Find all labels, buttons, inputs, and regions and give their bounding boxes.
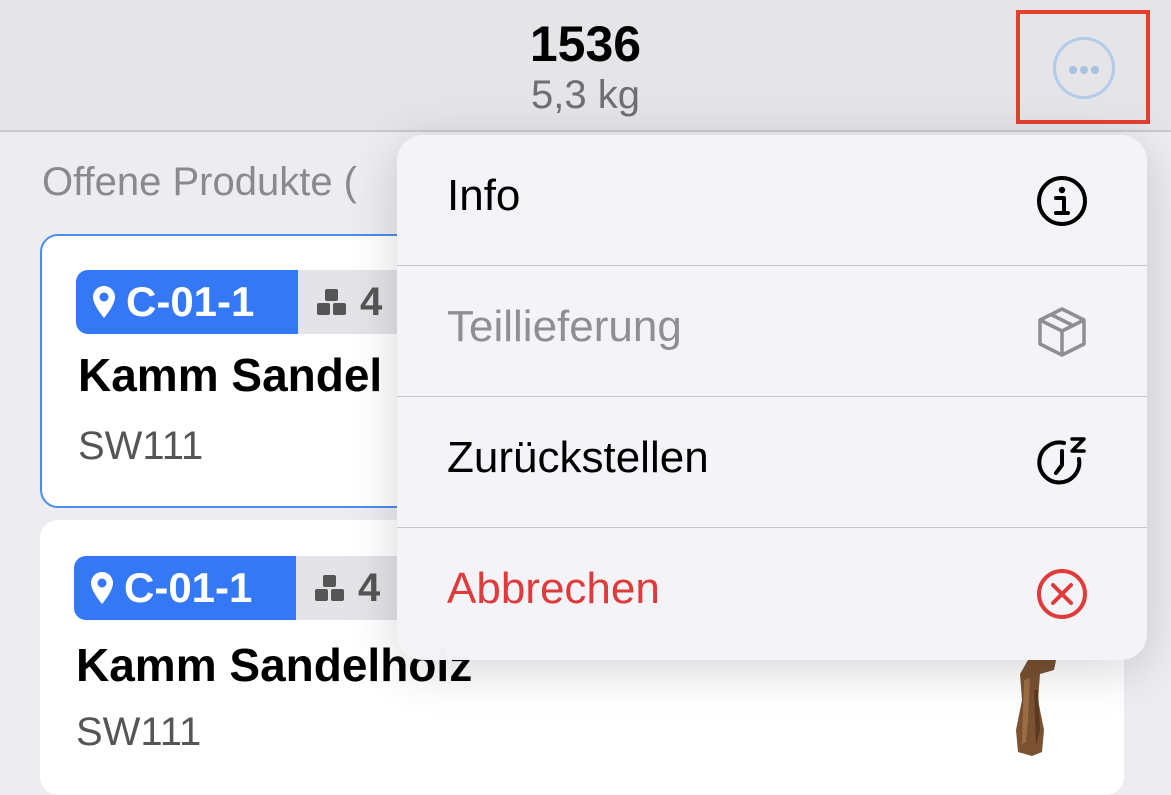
snooze-clock-icon — [1037, 437, 1086, 485]
quantity-value: 4 — [360, 279, 383, 324]
product-thumbnail — [1016, 660, 1056, 756]
menu-item-abbrechen[interactable]: Abbrechen — [397, 528, 1147, 660]
menu-item-teillieferung[interactable]: Teillieferung — [397, 266, 1147, 397]
order-number-title: 1536 — [529, 16, 642, 72]
product-sku: SW111 — [76, 710, 202, 754]
menu-item-label: Teillieferung — [447, 302, 682, 351]
menu-item-zurueckstellen[interactable]: Zurückstellen — [397, 397, 1147, 528]
package-box-icon — [1038, 307, 1086, 357]
menu-item-info[interactable]: Info — [397, 135, 1147, 266]
product-badges: C-01-1 4 — [76, 270, 428, 334]
menu-item-label: Zurückstellen — [447, 433, 709, 482]
menu-item-label: Abbrechen — [447, 564, 660, 613]
ellipsis-circle-icon — [1053, 37, 1115, 99]
navigation-header: 1536 5,3 kg — [0, 0, 1171, 132]
product-name: Kamm Sandel — [78, 349, 383, 401]
open-products-section-label: Offene Produkte ( — [42, 160, 357, 204]
quantity-value: 4 — [358, 565, 381, 610]
cancel-circle-icon — [1037, 569, 1087, 619]
location-badge: C-01-1 — [76, 270, 298, 334]
product-sku: SW111 — [78, 424, 204, 468]
stack-boxes-icon — [317, 289, 346, 315]
more-options-button[interactable] — [1016, 10, 1150, 124]
location-badge: C-01-1 — [74, 556, 296, 620]
location-code: C-01-1 — [126, 278, 255, 325]
menu-item-label: Info — [447, 171, 521, 220]
context-menu: Info Teillieferung Zurückstellen Abbrech… — [397, 135, 1147, 660]
location-pin-icon — [93, 286, 115, 318]
info-circle-icon — [1037, 176, 1087, 226]
order-weight-subtitle: 5,3 kg — [531, 73, 640, 117]
location-code: C-01-1 — [124, 564, 253, 611]
stack-boxes-icon — [315, 575, 344, 601]
product-badges: C-01-1 4 — [74, 556, 426, 620]
location-pin-icon — [91, 572, 113, 604]
